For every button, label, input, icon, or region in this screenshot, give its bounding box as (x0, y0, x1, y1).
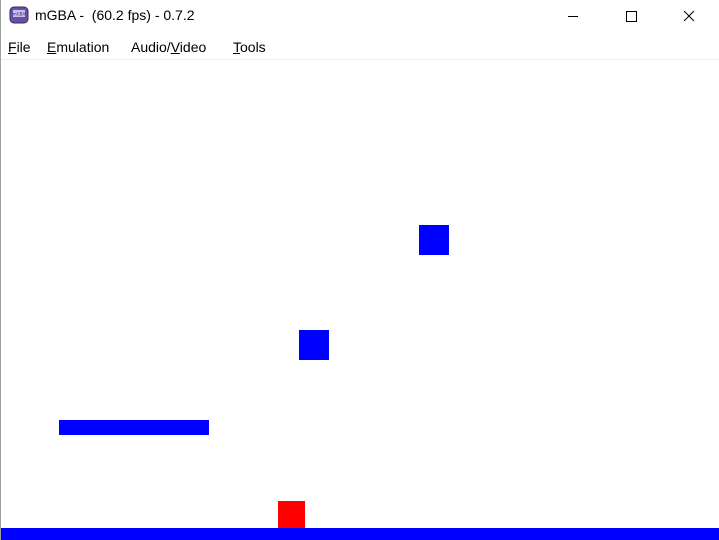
title-bar[interactable]: mGBA mGBA - (60.2 fps) - 0.7.2 (1, 0, 719, 31)
ledge-platform (59, 420, 209, 435)
minimize-button[interactable] (550, 0, 596, 31)
menu-emulation[interactable]: Emulation (47, 39, 109, 55)
menu-file[interactable]: File (8, 39, 31, 55)
svg-text:mGBA: mGBA (13, 12, 26, 17)
game-screen[interactable] (1, 60, 719, 540)
player-sprite (278, 501, 305, 528)
maximize-button[interactable] (608, 0, 654, 31)
ground-floor (1, 528, 719, 540)
menu-audio-video-label: Audio/Video (131, 39, 207, 55)
menu-tools-label: Tools (233, 39, 266, 55)
menu-bar: File Emulation Audio/Video Tools (1, 31, 719, 60)
floating-block (299, 330, 329, 360)
minimize-icon (568, 15, 578, 17)
menu-audio-video[interactable]: Audio/Video (131, 39, 206, 55)
maximize-icon (626, 10, 637, 22)
menu-file-label: File (8, 39, 31, 55)
close-button[interactable] (666, 0, 712, 31)
floating-block (419, 225, 449, 255)
window-title: mGBA - (60.2 fps) - 0.7.2 (35, 7, 195, 23)
mgba-handheld-icon: mGBA (9, 6, 29, 24)
menu-tools[interactable]: Tools (233, 39, 266, 55)
close-icon (683, 10, 695, 21)
menu-emulation-label: Emulation (47, 39, 110, 55)
mgba-window: mGBA mGBA - (60.2 fps) - 0.7.2 File Emul… (0, 0, 719, 540)
